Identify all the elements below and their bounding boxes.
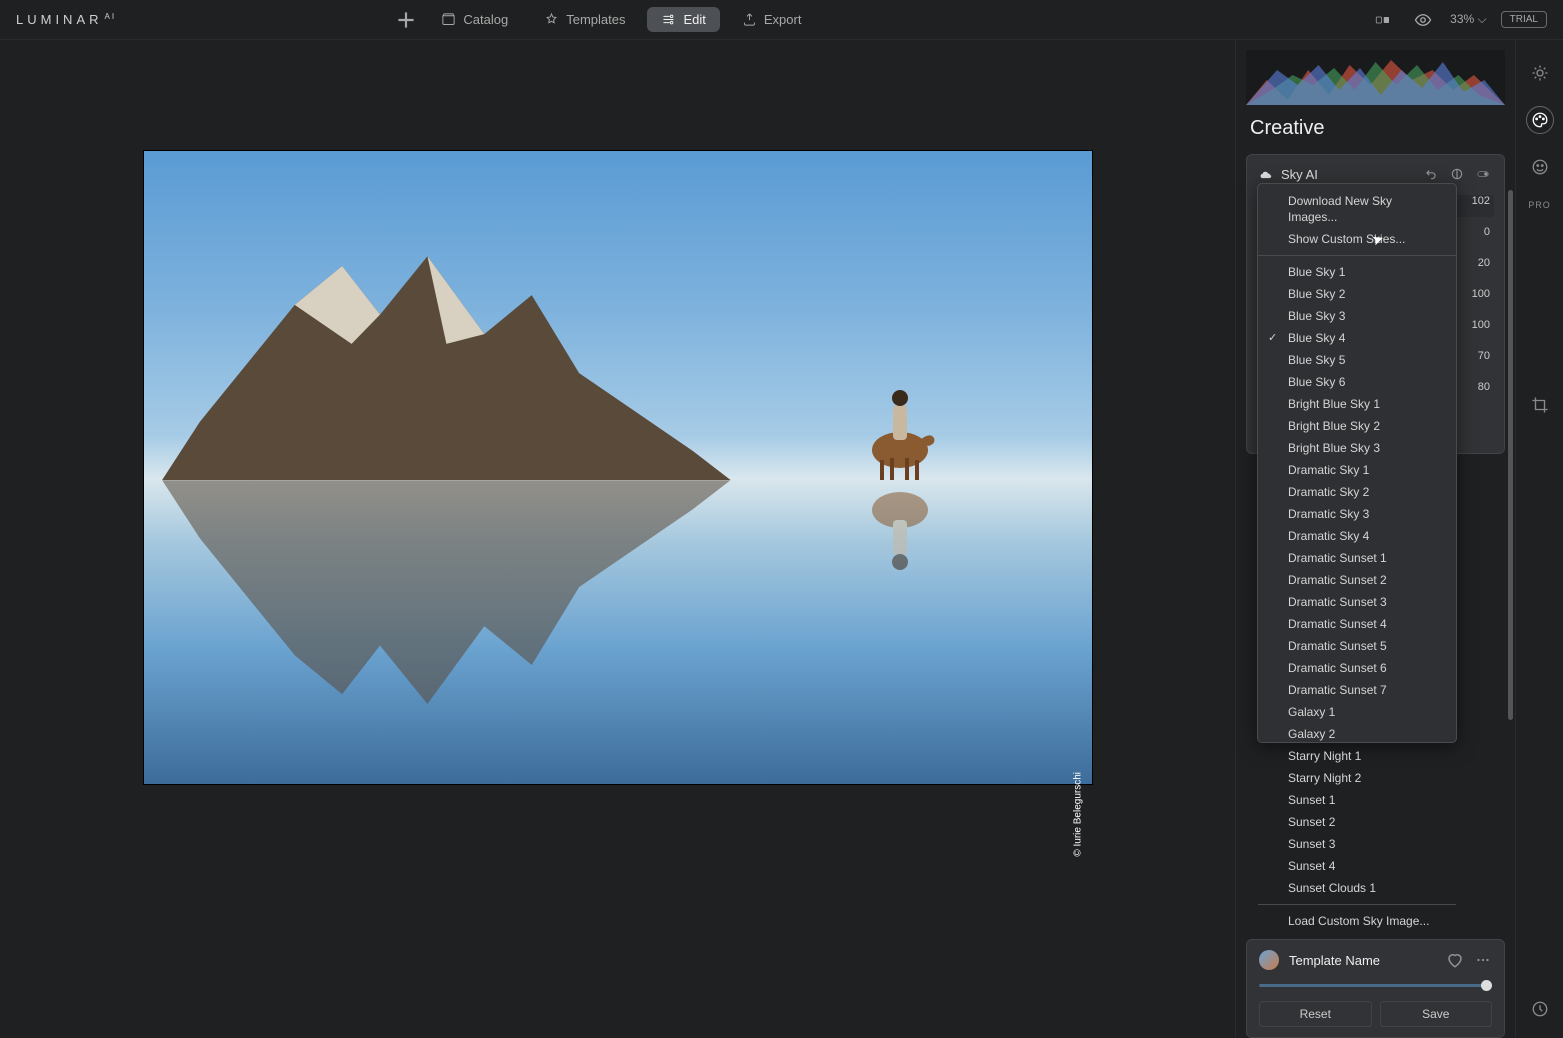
top-right: 33% ⌵ TRIAL	[1370, 7, 1547, 33]
app-logo: LUMINARAI	[16, 12, 116, 27]
template-card: Template Name Reset Save	[1246, 939, 1505, 1038]
undo-icon[interactable]	[1422, 165, 1440, 183]
slider-value: 100	[1464, 288, 1494, 300]
sky-ai-card: Sky AI Blue Sky 4⌵ ➤ 1020201001007080 Do…	[1246, 154, 1505, 454]
nav-templates[interactable]: Templates	[530, 7, 639, 32]
dropdown-item[interactable]: Sunset Clouds 1	[1258, 877, 1456, 899]
dropdown-item[interactable]: Blue Sky 6	[1258, 371, 1456, 393]
main-nav: Catalog Templates Edit Export	[393, 7, 815, 33]
photo-mountain-reflection	[162, 480, 731, 733]
more-icon[interactable]	[1474, 951, 1492, 969]
reset-button[interactable]: Reset	[1259, 1001, 1372, 1027]
dropdown-item[interactable]: Dramatic Sky 1	[1258, 459, 1456, 481]
dropdown-item[interactable]: Dramatic Sunset 2	[1258, 569, 1456, 591]
crop-icon[interactable]	[1529, 394, 1551, 416]
app-root: LUMINARAI Catalog Templates Edit Export	[0, 0, 1563, 1038]
dropdown-item[interactable]: Blue Sky 3	[1258, 305, 1456, 327]
photo-rider-reflection	[855, 480, 945, 610]
dropdown-item[interactable]: Sunset 4	[1258, 855, 1456, 877]
dropdown-item[interactable]: Galaxy 1	[1258, 701, 1456, 723]
dropdown-item[interactable]: Bright Blue Sky 1	[1258, 393, 1456, 415]
dropdown-item[interactable]: Bright Blue Sky 2	[1258, 415, 1456, 437]
sky-ai-title: Sky AI	[1281, 167, 1318, 182]
nav-export[interactable]: Export	[728, 7, 816, 32]
dropdown-item[interactable]: Blue Sky 2	[1258, 283, 1456, 305]
dropdown-item[interactable]: Blue Sky 4	[1258, 327, 1456, 349]
slider-value: 100	[1464, 319, 1494, 331]
top-bar: LUMINARAI Catalog Templates Edit Export	[0, 0, 1563, 40]
trial-badge: TRIAL	[1501, 11, 1547, 28]
dropdown-item[interactable]: Starry Night 1	[1258, 745, 1456, 767]
template-buttons: Reset Save	[1259, 1001, 1492, 1027]
slider-value: 80	[1464, 381, 1494, 393]
dropdown-item[interactable]: Dramatic Sunset 3	[1258, 591, 1456, 613]
save-button[interactable]: Save	[1380, 1001, 1493, 1027]
preview-icon[interactable]	[1410, 7, 1436, 33]
dropdown-separator	[1258, 255, 1456, 256]
slider-value: 70	[1464, 350, 1494, 362]
dropdown-item[interactable]: Dramatic Sunset 7	[1258, 679, 1456, 701]
slider-value: 20	[1464, 257, 1494, 269]
compare-icon[interactable]	[1370, 7, 1396, 33]
dropdown-item[interactable]: Blue Sky 1	[1258, 261, 1456, 283]
histogram[interactable]	[1246, 50, 1505, 105]
dropdown-item[interactable]: Galaxy 2	[1258, 723, 1456, 745]
dropdown-item[interactable]: Starry Night 2	[1258, 767, 1456, 789]
mask-icon[interactable]	[1448, 165, 1466, 183]
template-slider[interactable]	[1259, 984, 1492, 987]
photo-copyright: © Iurie Belegurschi	[1073, 772, 1084, 857]
dropdown-item[interactable]: Dramatic Sky 4	[1258, 525, 1456, 547]
dropdown-item[interactable]: Sunset 3	[1258, 833, 1456, 855]
heart-icon[interactable]	[1446, 951, 1464, 969]
dropdown-item[interactable]: Dramatic Sunset 5	[1258, 635, 1456, 657]
dropdown-item[interactable]: Dramatic Sky 2	[1258, 481, 1456, 503]
zoom-level[interactable]: 33% ⌵	[1450, 12, 1486, 27]
sky-dropdown-menu: Download New Sky Images...Show Custom Sk…	[1257, 183, 1457, 743]
dropdown-item[interactable]: Download New Sky Images...	[1258, 190, 1456, 228]
history-icon[interactable]	[1529, 998, 1551, 1020]
template-name: Template Name	[1289, 953, 1436, 968]
dropdown-item[interactable]: Dramatic Sunset 4	[1258, 613, 1456, 635]
canvas-area: © Iurie Belegurschi	[0, 40, 1235, 1038]
slider-value: 0	[1464, 226, 1494, 238]
dropdown-item[interactable]: Sunset 2	[1258, 811, 1456, 833]
nav-catalog[interactable]: Catalog	[427, 7, 522, 32]
right-panel: Creative Sky AI Blue Sky 4⌵ ➤ 1020201001…	[1235, 40, 1515, 1038]
add-button[interactable]	[393, 7, 419, 33]
dropdown-item[interactable]: Blue Sky 5	[1258, 349, 1456, 371]
photo-rider	[855, 350, 945, 480]
template-row: Template Name	[1259, 950, 1492, 970]
panel-scrollbar[interactable]	[1508, 190, 1513, 720]
dropdown-item[interactable]: Bright Blue Sky 3	[1258, 437, 1456, 459]
portrait-icon[interactable]	[1529, 156, 1551, 178]
right-strip: PRO	[1515, 40, 1563, 1038]
toggle-icon[interactable]	[1474, 165, 1492, 183]
main-body: © Iurie Belegurschi Creative Sky AI	[0, 40, 1563, 1038]
panel-title: Creative	[1236, 109, 1515, 154]
dropdown-item[interactable]: Sunset 1	[1258, 789, 1456, 811]
nav-edit[interactable]: Edit	[647, 7, 719, 32]
dropdown-item[interactable]: Load Custom Sky Image...	[1258, 910, 1456, 932]
slider-value: 102	[1464, 195, 1494, 207]
template-thumb	[1259, 950, 1279, 970]
dropdown-item[interactable]: Dramatic Sky 3	[1258, 503, 1456, 525]
template-footer: Template Name Reset Save	[1246, 939, 1505, 1038]
essentials-icon[interactable]	[1529, 62, 1551, 84]
template-slider-thumb[interactable]	[1481, 980, 1492, 991]
pro-label[interactable]: PRO	[1528, 200, 1551, 210]
photo-preview[interactable]: © Iurie Belegurschi	[143, 150, 1093, 785]
dropdown-item[interactable]: Show Custom Skies...	[1258, 228, 1456, 250]
creative-icon[interactable]	[1526, 106, 1554, 134]
photo-mountain	[162, 227, 731, 480]
dropdown-item[interactable]: Dramatic Sunset 1	[1258, 547, 1456, 569]
dropdown-item[interactable]: Dramatic Sunset 6	[1258, 657, 1456, 679]
dropdown-separator	[1258, 904, 1456, 905]
